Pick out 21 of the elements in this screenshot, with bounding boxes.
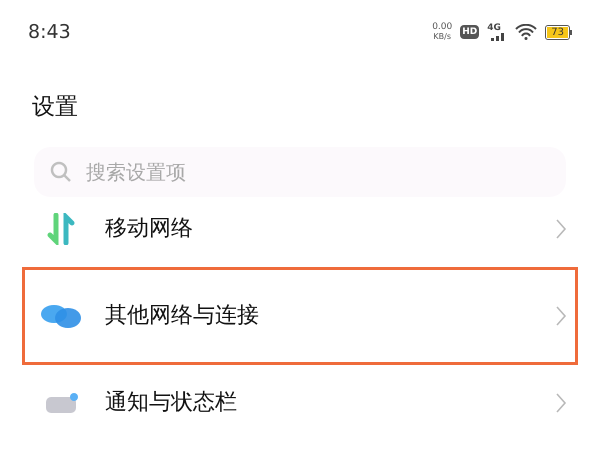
page-title: 设置 — [31, 93, 79, 122]
search-icon — [50, 160, 72, 182]
settings-item[interactable]: 移动网络 — [22, 200, 578, 256]
search-field[interactable]: 搜索设置项 — [34, 146, 566, 196]
chevron-icon — [555, 304, 567, 326]
network-label: 4G — [487, 24, 501, 32]
item-label: 移动网络 — [105, 215, 194, 243]
chevron-icon — [555, 392, 567, 414]
bubbles-icon — [40, 302, 82, 328]
speed-value: 0.00 — [432, 23, 452, 32]
wifi-icon — [515, 24, 538, 40]
item-label: 其他网络与连接 — [105, 302, 260, 330]
notification-icon — [44, 392, 78, 412]
chevron-icon — [555, 218, 567, 240]
settings-item[interactable]: 通知与状态栏 — [22, 374, 578, 430]
speed-unit: KB/s — [433, 32, 452, 41]
hd-badge: HD — [460, 25, 480, 39]
item-label: 通知与状态栏 — [105, 389, 238, 417]
battery-level: 73 — [547, 26, 568, 38]
clock: 8:43 — [28, 20, 71, 45]
settings-item[interactable]: 其他网络与连接 — [22, 266, 578, 364]
